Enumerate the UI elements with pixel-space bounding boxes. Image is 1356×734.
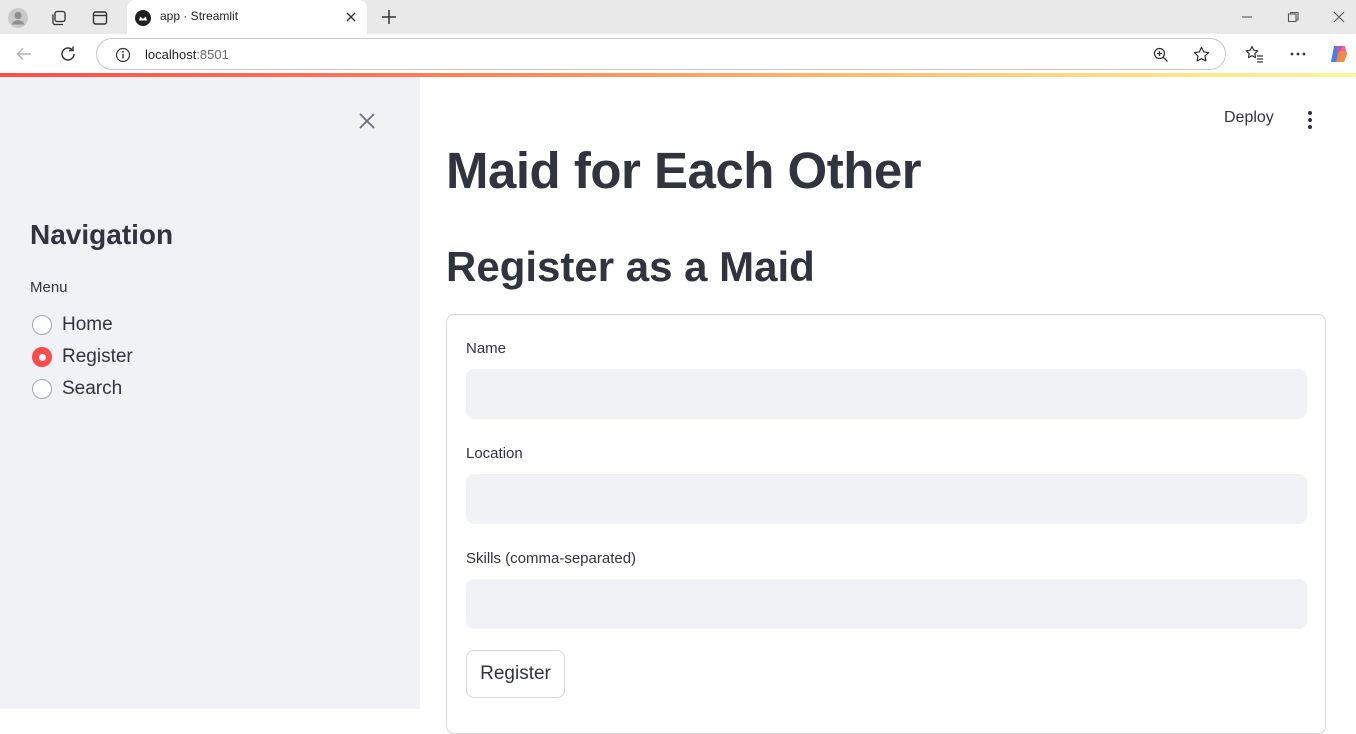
name-label: Name bbox=[466, 340, 507, 357]
browser-tab-bar: app · Streamlit bbox=[0, 0, 1356, 34]
zoom-icon[interactable] bbox=[1152, 46, 1170, 64]
radio-button-icon[interactable] bbox=[32, 379, 52, 399]
skills-label: Skills (comma-separated) bbox=[466, 550, 637, 567]
tab-title: app · Streamlit bbox=[160, 9, 239, 23]
sidebar: Navigation Menu Home Register Search bbox=[0, 77, 420, 709]
radio-option-label: Register bbox=[62, 346, 133, 367]
main-content: Deploy Maid for Each Other Register as a… bbox=[420, 77, 1356, 734]
radio-button-selected-icon[interactable] bbox=[32, 347, 52, 367]
tab-actions-icon[interactable] bbox=[89, 7, 111, 29]
workspaces-icon[interactable] bbox=[48, 7, 70, 29]
location-label: Location bbox=[466, 445, 523, 462]
skills-input[interactable] bbox=[466, 579, 1307, 629]
location-input[interactable] bbox=[466, 474, 1307, 524]
profile-icon[interactable] bbox=[7, 7, 29, 29]
radio-button-icon[interactable] bbox=[32, 315, 52, 335]
menu-label: Menu bbox=[30, 279, 68, 296]
name-input[interactable] bbox=[466, 369, 1307, 419]
browser-address-bar: localhost:8501 bbox=[0, 34, 1356, 74]
close-sidebar-icon[interactable] bbox=[358, 112, 376, 130]
site-info-icon[interactable] bbox=[115, 47, 131, 63]
register-button[interactable]: Register bbox=[466, 650, 565, 698]
page-subheader: Register as a Maid bbox=[446, 243, 815, 290]
radio-option-home[interactable]: Home bbox=[32, 312, 113, 338]
registration-form: Name Location Skills (comma-separated) R… bbox=[446, 314, 1326, 734]
url-field[interactable]: localhost:8501 bbox=[96, 38, 1226, 70]
minimize-icon[interactable] bbox=[1240, 10, 1254, 24]
favorites-icon[interactable] bbox=[1243, 43, 1265, 65]
back-icon[interactable] bbox=[13, 43, 35, 65]
radio-option-label: Search bbox=[62, 378, 123, 399]
main-menu-icon[interactable] bbox=[1304, 109, 1316, 131]
window-close-icon[interactable] bbox=[1332, 10, 1346, 24]
favorite-star-icon[interactable] bbox=[1192, 45, 1211, 64]
page-title: Maid for Each Other bbox=[446, 142, 922, 199]
restore-icon[interactable] bbox=[1286, 10, 1300, 24]
radio-option-label: Home bbox=[62, 314, 113, 335]
reload-icon[interactable] bbox=[57, 43, 79, 65]
new-tab-icon[interactable] bbox=[379, 7, 399, 27]
close-tab-icon[interactable] bbox=[344, 10, 358, 24]
streamlit-favicon-icon bbox=[135, 10, 151, 26]
deploy-button[interactable]: Deploy bbox=[1224, 109, 1274, 127]
sidebar-heading: Navigation bbox=[30, 219, 174, 250]
more-options-icon[interactable] bbox=[1287, 43, 1309, 65]
browser-tab[interactable]: app · Streamlit bbox=[127, 0, 367, 34]
copilot-icon[interactable] bbox=[1328, 43, 1350, 65]
radio-option-register[interactable]: Register bbox=[32, 344, 133, 370]
radio-option-search[interactable]: Search bbox=[32, 376, 122, 402]
url-text: localhost:8501 bbox=[145, 47, 229, 62]
